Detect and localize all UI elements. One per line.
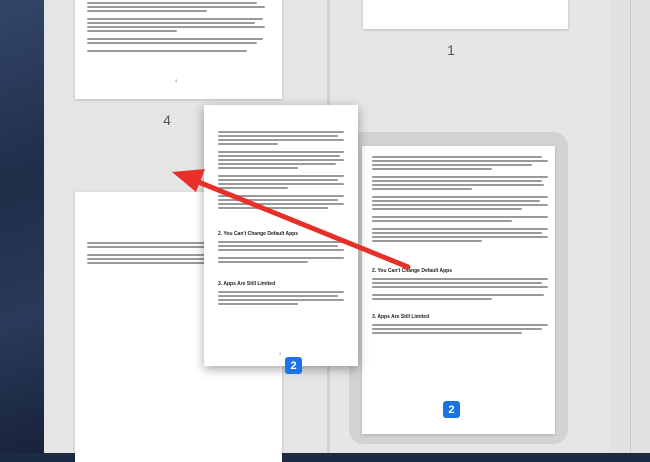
drag-direction-arrow bbox=[172, 169, 411, 270]
